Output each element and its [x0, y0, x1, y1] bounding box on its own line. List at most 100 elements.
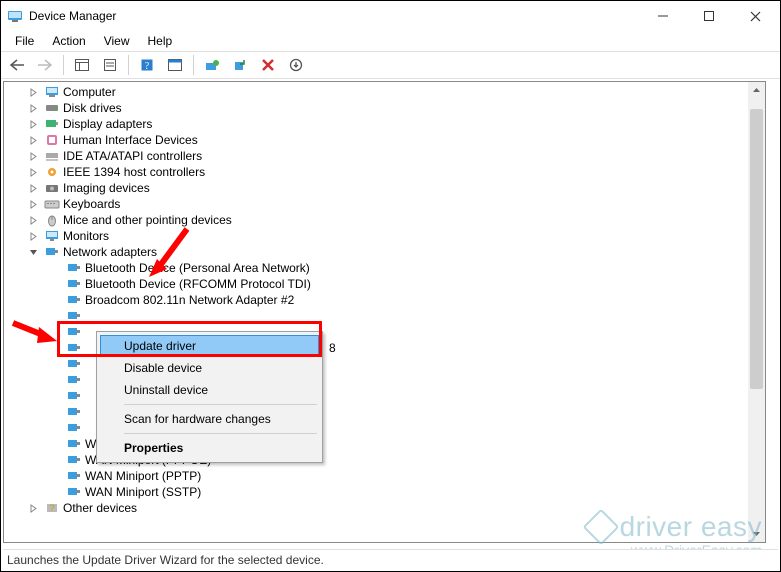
expand-icon[interactable]	[28, 199, 38, 209]
tool-show-hidden-button[interactable]	[70, 54, 94, 76]
tree-item-wan-pptp[interactable]: WAN Miniport (PPTP)	[4, 468, 747, 484]
network-adapter-icon	[66, 436, 82, 452]
tree-category-ide[interactable]: IDE ATA/ATAPI controllers	[4, 148, 747, 164]
tool-properties-button[interactable]	[98, 54, 122, 76]
tree-item-broadcom[interactable]: Broadcom 802.11n Network Adapter #2	[4, 292, 747, 308]
expand-icon[interactable]	[28, 87, 38, 97]
expand-icon[interactable]	[28, 135, 38, 145]
hid-icon	[44, 132, 60, 148]
expand-icon[interactable]	[28, 503, 38, 513]
expand-icon[interactable]	[28, 231, 38, 241]
tree-category-hid[interactable]: Human Interface Devices	[4, 132, 747, 148]
tool-update-driver-button[interactable]	[200, 54, 224, 76]
status-text: Launches the Update Driver Wizard for th…	[7, 553, 324, 567]
tree-category-imaging[interactable]: Imaging devices	[4, 180, 747, 196]
expand-icon[interactable]	[28, 151, 38, 161]
maximize-button[interactable]	[686, 1, 732, 31]
scroll-thumb[interactable]	[750, 109, 763, 389]
keyboard-icon	[44, 196, 60, 212]
network-adapter-icon	[66, 372, 82, 388]
context-item-label: Uninstall device	[124, 383, 208, 397]
tree-item-bt-pan[interactable]: Bluetooth Device (Personal Area Network)	[4, 260, 747, 276]
context-update-driver[interactable]: Update driver	[100, 335, 319, 357]
network-adapter-icon	[66, 276, 82, 292]
scroll-track[interactable]	[748, 99, 765, 525]
expand-icon[interactable]	[28, 183, 38, 193]
tree-label: Keyboards	[63, 196, 120, 212]
tree-category-network-adapters[interactable]: Network adapters	[4, 244, 747, 260]
toolbar-divider	[193, 55, 194, 75]
context-item-label: Properties	[124, 441, 183, 455]
context-disable-device[interactable]: Disable device	[100, 357, 319, 379]
tree-category-ieee1394[interactable]: IEEE 1394 host controllers	[4, 164, 747, 180]
svg-text:?: ?	[145, 61, 150, 72]
tool-help-button[interactable]: ?	[135, 54, 159, 76]
tree-label: Bluetooth Device (Personal Area Network)	[85, 260, 310, 276]
close-button[interactable]	[732, 1, 778, 31]
app-icon	[7, 8, 23, 24]
tree-label: Computer	[63, 84, 116, 100]
tree-category-computer[interactable]: Computer	[4, 84, 747, 100]
context-uninstall-device[interactable]: Uninstall device	[100, 379, 319, 401]
tree-label: Disk drives	[63, 100, 122, 116]
menu-view[interactable]: View	[96, 32, 138, 50]
tree-label: Human Interface Devices	[63, 132, 198, 148]
tree-label: Network adapters	[63, 244, 157, 260]
menu-bar: File Action View Help	[1, 31, 780, 51]
expand-icon[interactable]	[28, 215, 38, 225]
window-frame: Device Manager File Action View Help	[0, 0, 781, 572]
context-item-label: Update driver	[124, 339, 196, 353]
tool-enable-button[interactable]	[284, 54, 308, 76]
network-adapter-icon	[66, 452, 82, 468]
menu-file[interactable]: File	[7, 32, 42, 50]
device-tree-panel: Computer Disk drives Display adapters Hu…	[3, 81, 766, 543]
tree-category-mice[interactable]: Mice and other pointing devices	[4, 212, 747, 228]
tree-category-monitors[interactable]: Monitors	[4, 228, 747, 244]
window-title: Device Manager	[29, 9, 640, 23]
collapse-icon[interactable]	[28, 247, 38, 257]
expand-icon[interactable]	[28, 119, 38, 129]
tree-label: Monitors	[63, 228, 109, 244]
context-divider	[124, 433, 317, 434]
tree-label: IDE ATA/ATAPI controllers	[63, 148, 202, 164]
tree-item-hidden[interactable]	[4, 308, 747, 324]
tree-category-disk-drives[interactable]: Disk drives	[4, 100, 747, 116]
device-tree[interactable]: Computer Disk drives Display adapters Hu…	[4, 82, 747, 542]
context-menu: Update driver Disable device Uninstall d…	[96, 331, 323, 463]
network-adapter-icon	[66, 308, 82, 324]
tree-label: IEEE 1394 host controllers	[63, 164, 205, 180]
context-scan-hardware[interactable]: Scan for hardware changes	[100, 408, 319, 430]
vertical-scrollbar[interactable]	[748, 82, 765, 542]
network-adapter-icon	[66, 260, 82, 276]
window-buttons	[640, 1, 778, 31]
expand-icon[interactable]	[28, 167, 38, 177]
imaging-icon	[44, 180, 60, 196]
network-adapter-icon	[66, 292, 82, 308]
tree-item-bt-rfcomm[interactable]: Bluetooth Device (RFCOMM Protocol TDI)	[4, 276, 747, 292]
network-adapter-icon	[66, 404, 82, 420]
title-bar: Device Manager	[1, 1, 780, 31]
tool-uninstall-button[interactable]	[256, 54, 280, 76]
tree-category-display-adapters[interactable]: Display adapters	[4, 116, 747, 132]
tree-label-partial: 8	[329, 340, 336, 356]
tool-window-button[interactable]	[163, 54, 187, 76]
context-properties[interactable]: Properties	[100, 437, 319, 459]
network-adapter-icon	[66, 340, 82, 356]
tree-label: Imaging devices	[63, 180, 150, 196]
network-adapter-icon	[44, 244, 60, 260]
expand-icon[interactable]	[28, 103, 38, 113]
scroll-up-button[interactable]	[748, 82, 765, 99]
menu-action[interactable]: Action	[44, 32, 93, 50]
tool-forward-button[interactable]	[33, 54, 57, 76]
tree-item-wan-sstp[interactable]: WAN Miniport (SSTP)	[4, 484, 747, 500]
tool-scan-hardware-button[interactable]	[228, 54, 252, 76]
ide-icon	[44, 148, 60, 164]
tool-back-button[interactable]	[5, 54, 29, 76]
network-adapter-icon	[66, 324, 82, 340]
tree-category-keyboards[interactable]: Keyboards	[4, 196, 747, 212]
tree-label: Broadcom 802.11n Network Adapter #2	[85, 292, 294, 308]
tree-label: Mice and other pointing devices	[63, 212, 232, 228]
menu-help[interactable]: Help	[140, 32, 181, 50]
minimize-button[interactable]	[640, 1, 686, 31]
network-adapter-icon	[66, 468, 82, 484]
